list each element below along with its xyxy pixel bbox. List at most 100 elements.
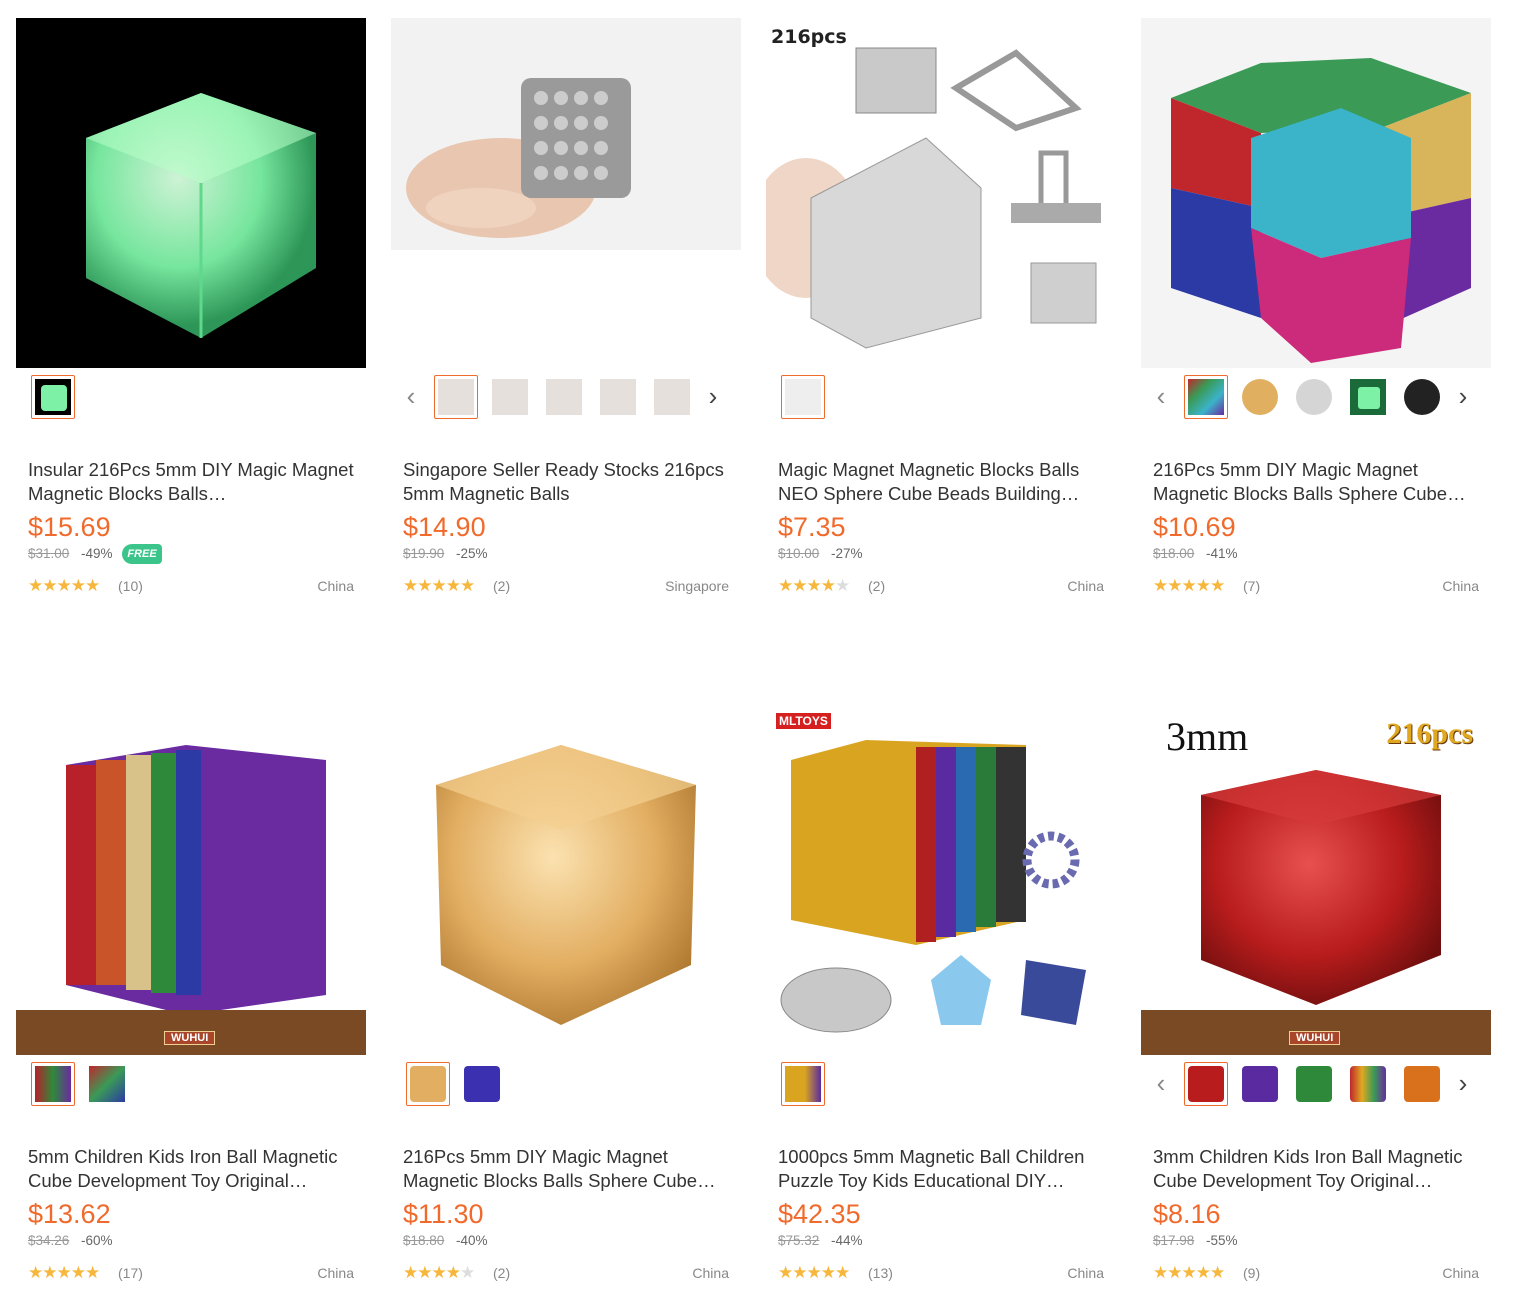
product-image[interactable] bbox=[16, 18, 366, 368]
chevron-left-icon[interactable]: ‹ bbox=[1151, 383, 1171, 409]
glow-cube-illustration bbox=[86, 93, 316, 338]
original-price: $18.80 bbox=[403, 1233, 445, 1248]
product-title[interactable]: 5mm Children Kids Iron Ball Magnetic Cub… bbox=[28, 1145, 358, 1193]
product-card[interactable]: 3mm 216pcs WUHUI ‹ › 3mm Children Kids I… bbox=[1141, 705, 1491, 1305]
discount-label: -41% bbox=[1206, 546, 1238, 561]
ship-origin: China bbox=[1442, 1265, 1479, 1281]
thumbnail[interactable] bbox=[1184, 1062, 1228, 1106]
original-price: $34.26 bbox=[28, 1233, 70, 1248]
thumbnail-strip: ‹ › bbox=[1141, 375, 1491, 425]
discount-label: -44% bbox=[831, 1233, 863, 1248]
star-rating: ★★★★★ bbox=[403, 1263, 475, 1282]
thumbnail[interactable] bbox=[1400, 1062, 1444, 1106]
product-price: $42.35 bbox=[778, 1199, 861, 1229]
product-title[interactable]: Insular 216Pcs 5mm DIY Magic Magnet Magn… bbox=[28, 458, 358, 506]
product-image[interactable]: MLTOYS bbox=[766, 705, 1116, 1055]
thumbnail-strip bbox=[766, 375, 1116, 425]
product-title[interactable]: 216Pcs 5mm DIY Magic Magnet Magnetic Blo… bbox=[403, 1145, 733, 1193]
thumbnail[interactable] bbox=[596, 375, 640, 419]
ship-origin: China bbox=[692, 1265, 729, 1281]
brand-badge: WUHUI bbox=[1289, 1031, 1341, 1045]
product-price: $8.16 bbox=[1153, 1199, 1221, 1229]
product-price: $11.30 bbox=[403, 1199, 484, 1229]
chevron-left-icon[interactable]: ‹ bbox=[1151, 1070, 1171, 1096]
thumbnail[interactable] bbox=[650, 375, 694, 419]
discount-label: -27% bbox=[831, 546, 863, 561]
thumbnail-strip bbox=[16, 375, 366, 425]
product-card[interactable]: WUHUI 5mm Children Kids Iron Ball Magnet… bbox=[16, 705, 366, 1305]
thumbnail[interactable] bbox=[1184, 375, 1228, 419]
product-card[interactable]: 216pcs Magic Magnet Magnetic Blocks Ball… bbox=[766, 18, 1116, 618]
product-title[interactable]: Magic Magnet Magnetic Blocks Balls NEO S… bbox=[778, 458, 1108, 506]
product-image[interactable] bbox=[391, 705, 741, 1055]
review-count: (13) bbox=[868, 1265, 893, 1281]
chevron-right-icon[interactable]: › bbox=[1453, 383, 1473, 409]
chevron-right-icon[interactable]: › bbox=[703, 383, 723, 409]
product-price: $7.35 bbox=[778, 512, 846, 542]
product-card[interactable]: 216Pcs 5mm DIY Magic Magnet Magnetic Blo… bbox=[391, 705, 741, 1305]
thumbnail[interactable] bbox=[460, 1062, 504, 1106]
ship-origin: Singapore bbox=[665, 578, 729, 594]
thumbnail[interactable] bbox=[31, 1062, 75, 1106]
product-title[interactable]: Singapore Seller Ready Stocks 216pcs 5mm… bbox=[403, 458, 733, 506]
thumbnail[interactable] bbox=[1400, 375, 1444, 419]
thumbnail-strip bbox=[16, 1062, 366, 1112]
product-title[interactable]: 216Pcs 5mm DIY Magic Magnet Magnetic Blo… bbox=[1153, 458, 1483, 506]
product-card[interactable]: ‹ › Singapore Seller Ready Stocks 216pcs… bbox=[391, 18, 741, 618]
gold-cube-illustration bbox=[436, 745, 696, 1025]
product-card[interactable]: Insular 216Pcs 5mm DIY Magic Magnet Magn… bbox=[16, 18, 366, 618]
thumbnail[interactable] bbox=[1292, 1062, 1336, 1106]
thumbnail[interactable] bbox=[488, 375, 532, 419]
thumbnail[interactable] bbox=[1238, 1062, 1282, 1106]
discount-label: -60% bbox=[81, 1233, 113, 1248]
discount-label: -49% bbox=[81, 546, 113, 561]
product-price: $15.69 bbox=[28, 512, 111, 542]
silver-cube-hand-illustration bbox=[391, 18, 741, 250]
product-price: $13.62 bbox=[28, 1199, 111, 1229]
thumbnail[interactable] bbox=[434, 375, 478, 419]
thumbnail[interactable] bbox=[1346, 375, 1390, 419]
thumbnail[interactable] bbox=[542, 375, 586, 419]
thumbnail-strip bbox=[766, 1062, 1116, 1112]
thumbnail-strip: ‹ › bbox=[391, 375, 741, 425]
product-image[interactable]: WUHUI bbox=[16, 705, 366, 1055]
product-image[interactable] bbox=[391, 18, 741, 368]
product-image[interactable]: 216pcs bbox=[766, 18, 1116, 368]
ship-origin: China bbox=[317, 1265, 354, 1281]
chevron-right-icon[interactable]: › bbox=[1453, 1070, 1473, 1096]
thumbnail[interactable] bbox=[1238, 375, 1282, 419]
product-title[interactable]: 1000pcs 5mm Magnetic Ball Children Puzzl… bbox=[778, 1145, 1108, 1193]
thumbnail[interactable] bbox=[781, 375, 825, 419]
thumbnail-strip bbox=[391, 1062, 741, 1112]
ship-origin: China bbox=[1067, 578, 1104, 594]
review-count: (10) bbox=[118, 578, 143, 594]
original-price: $18.00 bbox=[1153, 546, 1195, 561]
product-title[interactable]: 3mm Children Kids Iron Ball Magnetic Cub… bbox=[1153, 1145, 1483, 1193]
thumbnail[interactable] bbox=[781, 1062, 825, 1106]
thumbnail[interactable] bbox=[1292, 375, 1336, 419]
discount-label: -25% bbox=[456, 546, 488, 561]
chevron-left-icon[interactable]: ‹ bbox=[401, 383, 421, 409]
review-count: (2) bbox=[493, 1265, 511, 1281]
brand-badge: MLTOYS bbox=[776, 713, 831, 729]
thumbnail[interactable] bbox=[406, 1062, 450, 1106]
product-image[interactable] bbox=[1141, 18, 1491, 368]
product-price: $14.90 bbox=[403, 512, 486, 542]
ship-origin: China bbox=[1442, 578, 1479, 594]
star-rating: ★★★★★ bbox=[28, 576, 100, 595]
original-price: $75.32 bbox=[778, 1233, 820, 1248]
product-card[interactable]: MLTOYS 1000pcs 5mm Magnetic Ball Childre… bbox=[766, 705, 1116, 1305]
product-card[interactable]: ‹ › 216Pcs 5mm DIY Magic Magnet Magnetic… bbox=[1141, 18, 1491, 618]
product-image[interactable]: 3mm 216pcs WUHUI bbox=[1141, 705, 1491, 1055]
thumbnail[interactable] bbox=[31, 375, 75, 419]
review-count: (2) bbox=[868, 578, 886, 594]
star-rating: ★★★★★ bbox=[778, 576, 850, 595]
thumbnail[interactable] bbox=[1346, 1062, 1390, 1106]
ship-origin: China bbox=[1067, 1265, 1104, 1281]
star-rating: ★★★★★ bbox=[778, 1263, 850, 1282]
star-rating: ★★★★★ bbox=[28, 1263, 100, 1282]
image-label: 216pcs bbox=[771, 26, 847, 48]
review-count: (7) bbox=[1243, 578, 1261, 594]
thumbnail[interactable] bbox=[85, 1062, 129, 1106]
rainbow-cube-illustration bbox=[16, 745, 366, 1055]
